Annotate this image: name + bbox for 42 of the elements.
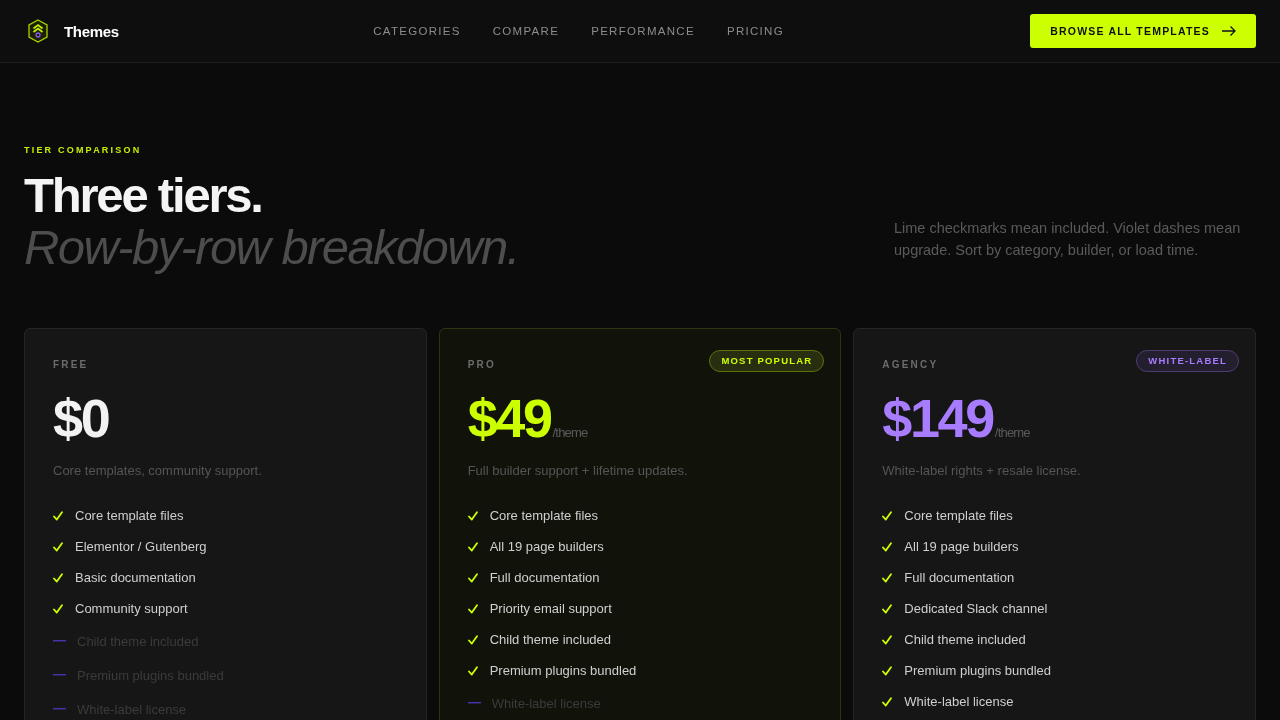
- browse-templates-button[interactable]: BROWSE ALL TEMPLATES: [1030, 14, 1256, 48]
- section-eyebrow: TIER COMPARISON: [24, 145, 143, 155]
- feature-label: Child theme included: [489, 632, 612, 647]
- feature-label: Basic documentation: [75, 570, 196, 585]
- tier-badge: WHITE-LABEL: [1136, 350, 1239, 372]
- price-amount: $49: [467, 389, 551, 447]
- price-unit: /theme: [552, 425, 588, 440]
- brand-name[interactable]: Themes: [64, 22, 119, 40]
- tier-description: White-label rights + resale license.: [882, 463, 1082, 478]
- tier-name: AGENCY: [882, 358, 939, 370]
- feature-label: Elementor / Gutenberg: [75, 539, 207, 554]
- feature-label: Full documentation: [489, 570, 600, 585]
- tier-description: Core templates, community support.: [53, 463, 263, 478]
- feature-label: Core template files: [75, 508, 184, 523]
- feature-label: Priority email support: [489, 601, 612, 616]
- feature-label: Premium plugins bundled: [489, 663, 637, 678]
- tier-name: PRO: [467, 358, 496, 370]
- price-unit: /theme: [994, 425, 1030, 440]
- price-amount: $0: [53, 389, 109, 447]
- arrow-right-icon: [1222, 26, 1236, 36]
- nav-link[interactable]: PRICING: [726, 25, 784, 37]
- feature-label: All 19 page builders: [904, 539, 1019, 554]
- feature-label: Core template files: [904, 508, 1013, 523]
- feature-label: Core template files: [489, 508, 599, 523]
- feature-label: Full documentation: [904, 570, 1015, 585]
- nav-link[interactable]: COMPARE: [492, 25, 560, 37]
- feature-label: Dedicated Slack channel: [904, 601, 1048, 616]
- page-subtitle: Row-by-row breakdown.: [24, 221, 519, 273]
- feature-label: Premium plugins bundled: [904, 663, 1052, 678]
- feature-label: All 19 page builders: [489, 539, 604, 554]
- page-title: Three tiers.: [24, 169, 263, 221]
- feature-label: White-label license: [904, 694, 1014, 709]
- tier-name: FREE: [53, 358, 89, 370]
- tier-badge: MOST POPULAR: [709, 350, 825, 372]
- legend-note: Lime checkmarks mean included. Violet dashes mean upgrade. Sort by category, builder, or load time.: [894, 219, 1242, 260]
- price-amount: $149: [882, 389, 993, 447]
- feature-label: Community support: [75, 601, 188, 616]
- nav-link[interactable]: PERFORMANCE: [591, 25, 695, 37]
- feature-label: Child theme included: [904, 632, 1026, 647]
- hexagon-logo-icon: [28, 19, 48, 43]
- tier-description: Full builder support + lifetime updates.: [467, 463, 689, 478]
- nav-link[interactable]: CATEGORIES: [373, 25, 461, 37]
